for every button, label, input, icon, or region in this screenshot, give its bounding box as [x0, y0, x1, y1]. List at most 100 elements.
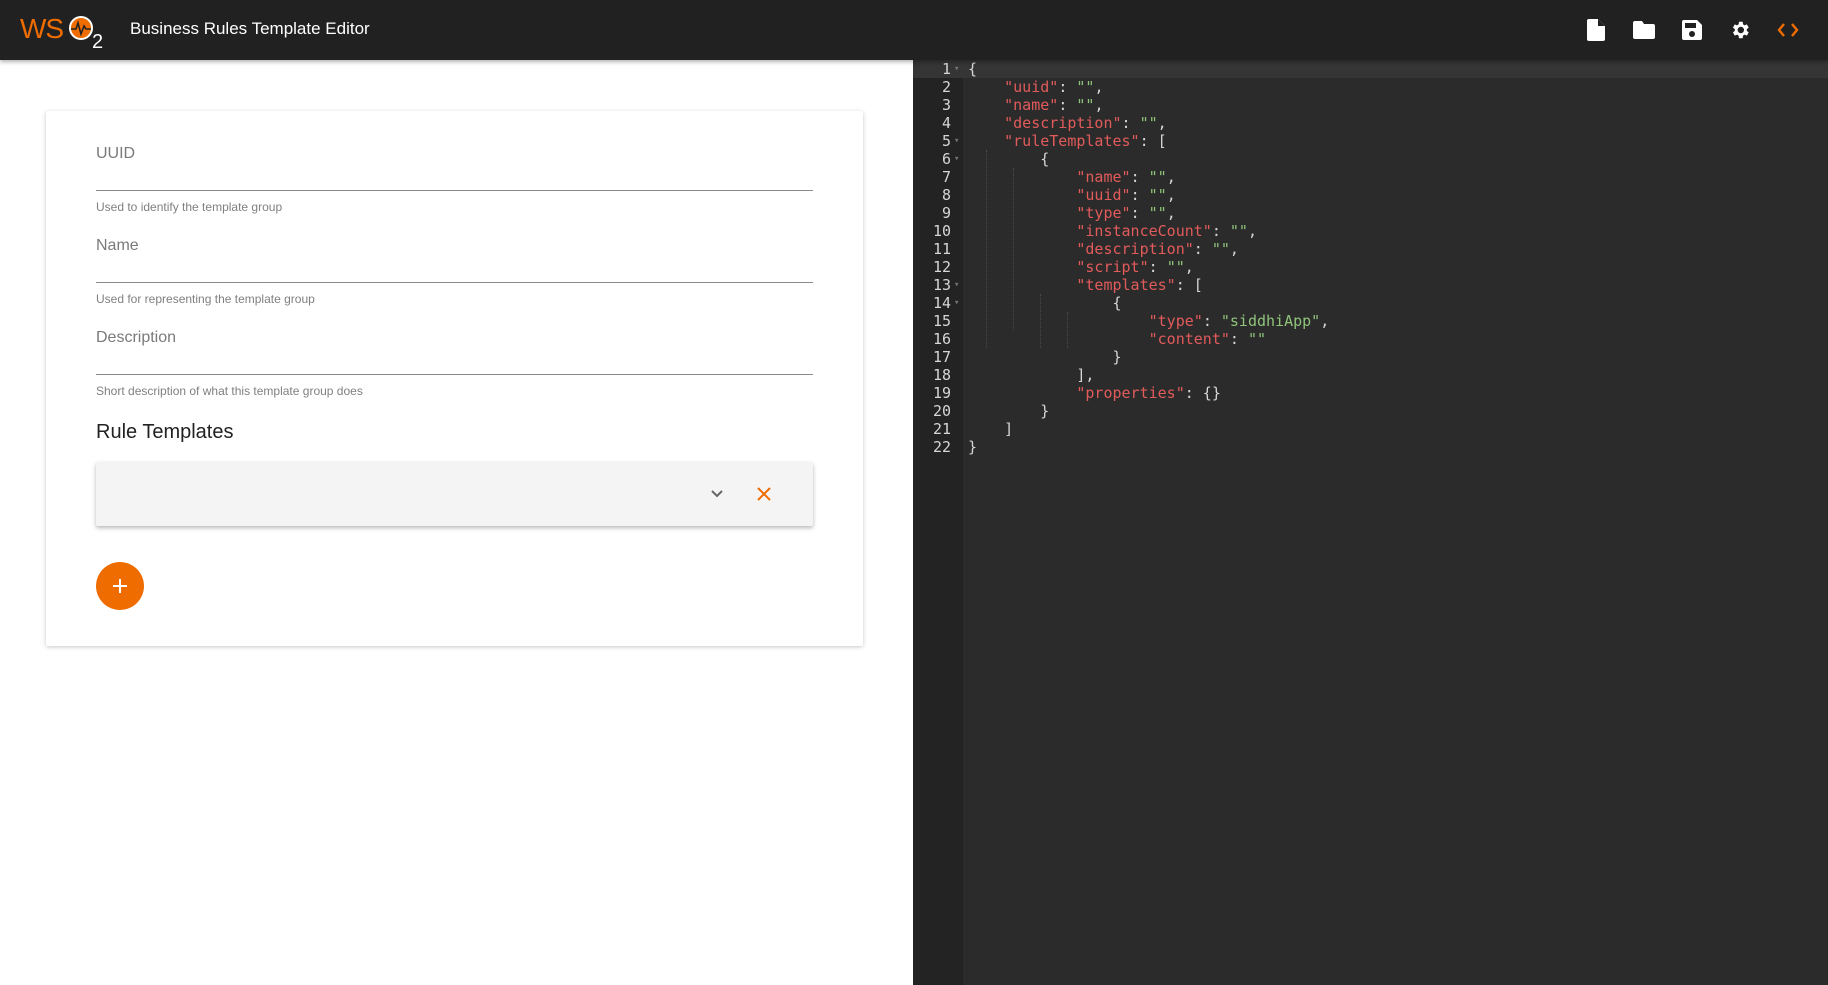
line-number: 15 — [932, 312, 951, 330]
json-punctuation: { — [968, 294, 1122, 312]
code-line[interactable]: 4 "description": "", — [913, 114, 1828, 132]
line-number: 4 — [941, 114, 951, 132]
expand-rule-template-button[interactable] — [705, 482, 729, 506]
line-number: 11 — [932, 240, 951, 258]
json-code-editor[interactable]: 1 ▾{2 "uuid": "", 3 "name": "", 4 "descript… — [913, 60, 1828, 985]
json-punctuation: : — [1148, 258, 1167, 276]
code-line[interactable]: 13 ▾ "templates": [ — [913, 276, 1828, 294]
code-line[interactable]: 14 ▾ { — [913, 294, 1828, 312]
rule-template-item[interactable] — [96, 462, 813, 526]
json-string: "" — [1139, 114, 1158, 132]
line-number: 17 — [932, 348, 951, 366]
code-line[interactable]: 16 "content": "" — [913, 330, 1828, 348]
json-key: "ruleTemplates" — [1004, 132, 1140, 150]
json-punctuation: : — [1193, 240, 1212, 258]
json-punctuation: , — [1166, 204, 1176, 222]
fold-toggle-icon[interactable]: ▾ — [954, 150, 959, 168]
json-string: "" — [1247, 330, 1267, 348]
add-rule-template-button[interactable] — [96, 562, 144, 610]
json-punctuation — [968, 96, 1004, 114]
code-line[interactable]: 5 ▾ "ruleTemplates": [ — [913, 132, 1828, 150]
json-key: "description" — [1076, 240, 1194, 258]
code-line[interactable]: 20 } — [913, 402, 1828, 420]
uuid-help-text: Used to identify the template group — [96, 199, 283, 214]
delete-rule-template-button[interactable] — [752, 482, 776, 506]
json-punctuation: : — [1130, 204, 1149, 222]
json-punctuation: , — [1229, 240, 1239, 258]
code-line[interactable]: 8 "uuid": "", — [913, 186, 1828, 204]
json-string: "" — [1148, 204, 1167, 222]
json-punctuation — [968, 276, 1076, 294]
description-input[interactable] — [96, 346, 813, 375]
fold-toggle-icon[interactable]: ▾ — [954, 276, 959, 294]
json-punctuation: ] — [968, 420, 1014, 438]
code-line[interactable]: 10 "instanceCount": "", — [913, 222, 1828, 240]
app-title: Business Rules Template Editor — [130, 19, 370, 38]
settings-button[interactable] — [1727, 17, 1753, 43]
json-punctuation: : {} — [1184, 384, 1221, 402]
code-line[interactable]: 6 ▾ { — [913, 150, 1828, 168]
fold-toggle-icon[interactable]: ▾ — [954, 132, 959, 150]
code-text: } — [968, 348, 1121, 366]
json-punctuation — [968, 78, 1004, 96]
line-number: 1 — [941, 60, 951, 78]
json-punctuation: , — [1094, 78, 1104, 96]
json-punctuation — [968, 204, 1076, 222]
code-line[interactable]: 1 ▾ { — [913, 60, 1828, 78]
json-punctuation: , — [1184, 258, 1194, 276]
json-punctuation: : — [1211, 222, 1230, 240]
indent-guide — [1040, 294, 1041, 348]
json-string: "" — [1211, 240, 1230, 258]
code-text: "script": "", — [968, 258, 1194, 276]
json-string: "" — [1148, 168, 1167, 186]
code-line[interactable]: 17 } — [913, 348, 1828, 366]
json-punctuation: , — [1247, 222, 1257, 240]
code-text: "content": "" — [968, 330, 1266, 348]
indent-guide — [986, 150, 987, 348]
json-key: "uuid" — [1004, 78, 1059, 96]
code-line[interactable]: 3 "name": "", — [913, 96, 1828, 114]
json-punctuation: , — [1094, 96, 1104, 114]
code-view-button[interactable] — [1775, 17, 1801, 43]
json-punctuation: : [ — [1175, 276, 1203, 294]
code-line[interactable]: 22} — [913, 438, 1828, 456]
fold-toggle-icon[interactable]: ▾ — [954, 294, 959, 312]
json-string: "" — [1076, 96, 1095, 114]
fold-toggle-icon[interactable]: ▾ — [954, 60, 959, 78]
open-button[interactable] — [1631, 17, 1657, 43]
save-button[interactable] — [1679, 17, 1705, 43]
line-number: 14 — [932, 294, 951, 312]
code-line[interactable]: 18 ], — [913, 366, 1828, 384]
json-punctuation — [968, 222, 1076, 240]
line-number: 8 — [941, 186, 951, 204]
json-punctuation: } — [968, 402, 1050, 420]
code-line[interactable]: 2 "uuid": "", — [913, 78, 1828, 96]
new-file-button[interactable] — [1583, 17, 1609, 43]
uuid-input[interactable] — [96, 162, 813, 191]
gear-icon — [1732, 21, 1749, 39]
code-line[interactable]: 7 "name": "", — [913, 168, 1828, 186]
code-line[interactable]: 15 "type": "siddhiApp", — [913, 312, 1828, 330]
json-punctuation: : — [1202, 312, 1221, 330]
json-string: "siddhiApp" — [1220, 312, 1321, 330]
line-number: 18 — [932, 366, 951, 384]
code-line[interactable]: 9 "type": "", — [913, 204, 1828, 222]
folder-icon — [1633, 21, 1655, 39]
line-number: 6 — [941, 150, 951, 168]
code-text: "instanceCount": "", — [968, 222, 1257, 240]
json-punctuation — [968, 330, 1149, 348]
code-line[interactable]: 21 ] — [913, 420, 1828, 438]
code-line[interactable]: 12 "script": "", — [913, 258, 1828, 276]
json-key: "name" — [1004, 96, 1059, 114]
code-text: "name": "", — [968, 168, 1175, 186]
svg-text:WS: WS — [20, 13, 63, 44]
code-line[interactable]: 19 "properties": {} — [913, 384, 1828, 402]
code-text: { — [968, 294, 1122, 312]
code-line[interactable]: 11 "description": "", — [913, 240, 1828, 258]
code-text: ] — [968, 420, 1013, 438]
name-input[interactable] — [96, 254, 813, 283]
json-key: "templates" — [1076, 276, 1176, 294]
code-text: "uuid": "", — [968, 186, 1175, 204]
code-text: "description": "", — [968, 240, 1239, 258]
json-punctuation: : — [1229, 330, 1248, 348]
